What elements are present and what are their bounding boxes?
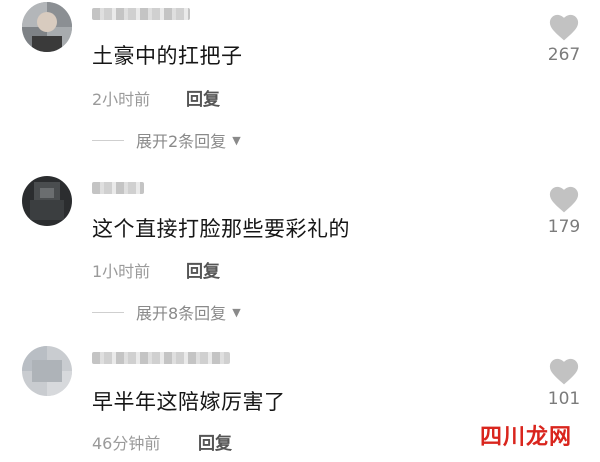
comment-text: 这个直接打脸那些要彩礼的 [92,217,350,241]
username-blurred[interactable] [92,352,230,364]
reply-button[interactable]: 回复 [186,85,220,110]
heart-icon [549,14,579,41]
avatar[interactable] [22,346,72,396]
expand-replies-label: 展开8条回复 [136,304,227,323]
comment-text: 土豪中的扛把子 [92,44,243,68]
comment-time: 2小时前 [92,90,151,109]
expand-replies-button[interactable]: 展开2条回复 ▼ [92,128,241,152]
divider-dash [92,311,124,313]
reply-button[interactable]: 回复 [198,429,232,454]
heart-icon [549,358,579,385]
watermark-part-1: 四川 [479,425,526,450]
username-blurred[interactable] [92,8,190,20]
like-button[interactable]: 179 [536,186,592,237]
like-count: 179 [547,217,581,237]
expand-replies-button[interactable]: 展开8条回复 ▼ [92,300,241,324]
avatar-image [22,2,72,52]
like-button[interactable]: 267 [536,14,592,65]
reply-button[interactable]: 回复 [186,257,220,282]
like-count: 101 [547,389,581,409]
expand-replies-label: 展开2条回复 [136,132,227,151]
avatar[interactable] [22,176,72,226]
like-count: 267 [547,45,581,65]
like-button[interactable]: 101 [536,358,592,409]
comment-text: 早半年这陪嫁厉害了 [92,390,286,414]
caret-down-icon: ▼ [232,133,241,147]
avatar-image [22,346,72,396]
caret-down-icon: ▼ [232,305,241,319]
avatar-image [22,176,72,226]
username-blurred[interactable] [92,182,144,194]
divider-dash [92,139,124,141]
site-watermark-logo: 四川 龙网 [470,418,582,452]
heart-icon [549,186,579,213]
comment-time: 1小时前 [92,262,151,281]
avatar[interactable] [22,2,72,52]
comment-time: 46分钟前 [92,434,161,453]
watermark-part-2: 龙网 [526,425,573,450]
